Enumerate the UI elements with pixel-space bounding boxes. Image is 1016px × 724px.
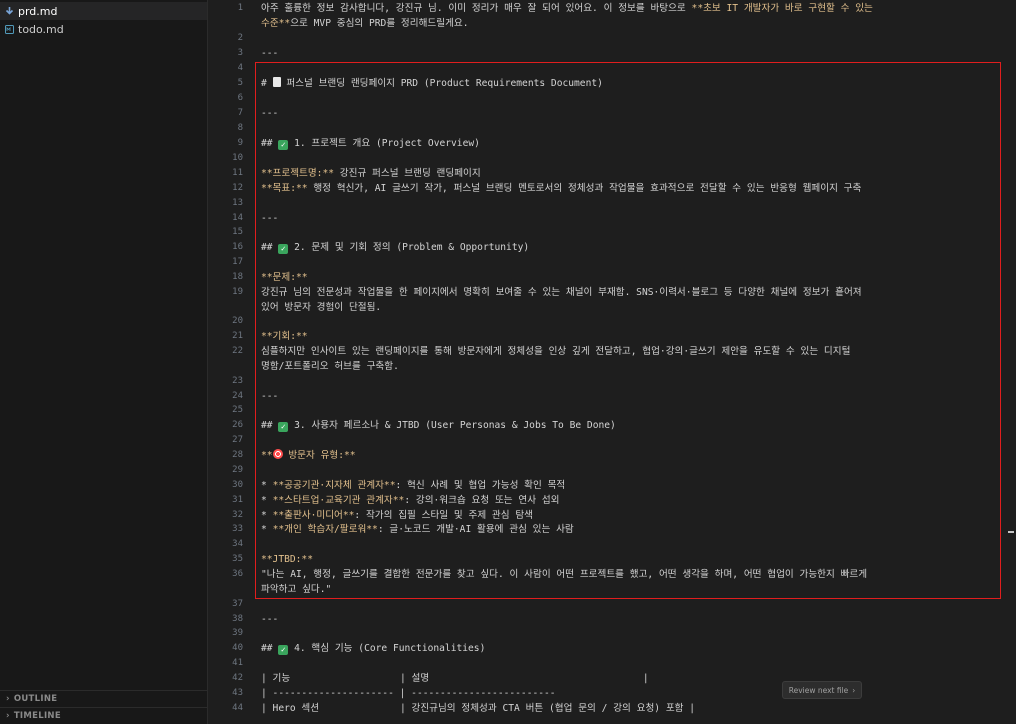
line-number: 25 [232,405,243,415]
code-line-14: --- [261,213,279,224]
code-line-26: ## ✓ 3. 사용자 페르소나 & JTBD (User Personas &… [261,420,616,432]
outline-section[interactable]: › OUTLINE [0,690,207,707]
code-line-30: * **공공기관·지자체 관계자**: 혁신 사례 및 협업 가능성 확인 목적 [261,480,566,491]
code-line-1-wrap: 수준**으로 MVP 중심의 PRD를 정리해드릴게요. [261,18,469,29]
line-number: 23 [232,376,243,386]
code-line-18: **문제:** [261,272,308,283]
code-line-24: --- [261,391,279,402]
code-line-16: ## ✓ 2. 문제 및 기회 정의 (Problem & Opportunit… [261,242,530,254]
code-line-21: **기회:** [261,331,308,342]
chevron-right-icon: › [852,685,856,695]
file-todo-md[interactable]: todo.md [0,20,207,38]
line-number: 4 [237,63,243,73]
line-number: 37 [232,599,243,609]
code-line-9: ## ✓ 1. 프로젝트 개요 (Project Overview) [261,138,480,150]
check-mark-icon: ✓ [278,422,289,432]
line-number: 8 [237,123,243,133]
line-number: 41 [232,658,243,668]
line-number: 2 [237,33,243,43]
code-line-1: 아주 훌륭한 정보 감사합니다, 강진규 님. 이미 정리가 매우 잘 되어 있… [261,3,873,14]
code-line-3: --- [261,48,279,59]
code-line-19-wrap: 있어 방문자 경험이 단절됨. [261,302,382,313]
line-number: 34 [232,539,243,549]
chevron-right-icon: › [6,711,10,721]
explorer-sidebar: prd.md todo.md › OUTLINE › TIMELINE [0,0,208,724]
code-line-22: 심플하지만 인사이트 있는 랜딩페이지를 통해 방문자에게 정체성을 인상 깊게… [261,346,851,357]
editor-pane[interactable]: 44 43 42 41 40 39 38 37 36 35 34 33 32 31 30 29 28 27 26 25… [209,0,1016,724]
code-line-36: "나는 AI, 행정, 글쓰기를 결합한 전문가를 찾고 싶다. 이 사람이 어… [261,569,868,580]
chevron-right-icon: › [6,694,10,704]
code-line-11: **프로젝트명:** 강진규 퍼스널 브랜딩 랜딩페이지 [261,168,481,179]
line-number: 20 [232,316,243,326]
line-number: 29 [232,465,243,475]
check-mark-icon: ✓ [278,645,289,655]
line-number: 17 [232,257,243,267]
check-mark-icon: ✓ [278,140,289,150]
line-number: 10 [232,153,243,163]
code-line-43: | --------------------- | --------------… [261,688,556,699]
line-number: 13 [232,198,243,208]
code-line-22-wrap: 명함/포트폴리오 허브를 구축함. [261,361,399,372]
code-line-31: * **스타트업·교육기관 관계자**: 강의·워크숍 요청 또는 연사 섭외 [261,495,560,506]
review-next-file-button[interactable]: Review next file › [782,681,862,699]
code-line-12: **목표:** 행정 혁신가, AI 글쓰기 작가, 퍼스널 브랜딩 멘토로서의… [261,183,862,194]
file-name: todo.md [18,22,64,36]
code-line-44: | Hero 섹션 | 강진규님의 정체성과 CTA 버튼 (협업 문의 / 강… [261,703,696,714]
review-next-file-label: Review next file [788,685,849,695]
code-line-40: ## ✓ 4. 핵심 기능 (Core Functionalities) [261,643,486,655]
code-line-32: * **출판사·미디어**: 작가의 집필 스타일 및 주제 관심 탐색 [261,510,534,521]
code-line-28: ** 방문자 유형:** [261,449,356,461]
download-arrow-icon [4,6,14,16]
code-line-5: # 퍼스널 브랜딩 랜딩페이지 PRD (Product Requirement… [261,77,603,89]
document-icon [272,77,281,87]
file-prd-md[interactable]: prd.md [0,2,207,20]
line-number: 39 [232,628,243,638]
timeline-label: TIMELINE [13,711,61,721]
check-mark-icon: ✓ [278,244,289,254]
target-icon [272,449,283,459]
code-line-38: --- [261,614,279,625]
code-line-19: 강진규 님의 전문성과 작업물을 한 페이지에서 명확히 보여줄 수 있는 채널… [261,287,862,298]
code-line-36-wrap: 파악하고 싶다." [261,584,332,595]
code-line-35: **JTBD:** [261,554,313,565]
code-line-7: --- [261,108,279,119]
timeline-section[interactable]: › TIMELINE [0,707,207,724]
scrollbar-marker [1008,531,1014,533]
code-line-42: | 기능 | 설명 | [261,673,649,684]
line-number: 27 [232,435,243,445]
code-line-33: * **개인 학습자/팔로워**: 글·노코드 개발·AI 활용에 관심 있는 … [261,524,574,535]
file-name: prd.md [18,4,58,18]
markdown-file-icon [4,24,14,34]
line-number: 6 [237,93,243,103]
outline-label: OUTLINE [13,694,58,704]
line-number: 15 [232,227,243,237]
